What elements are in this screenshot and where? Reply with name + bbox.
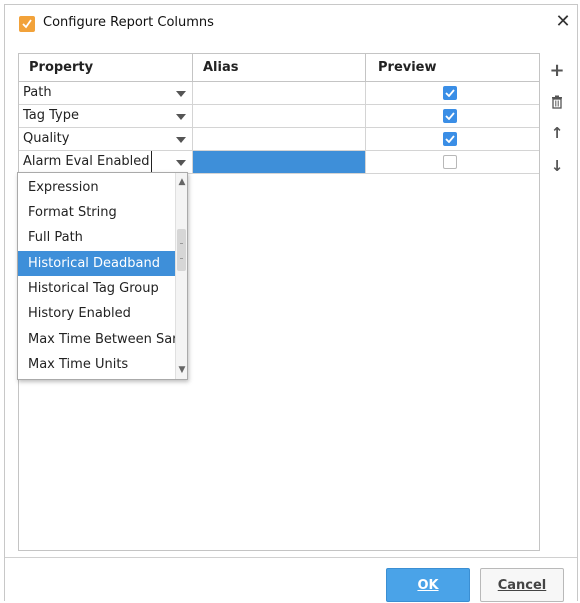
scroll-up-icon[interactable]: ▲ xyxy=(178,177,186,187)
trash-icon[interactable] xyxy=(549,95,565,111)
preview-cell xyxy=(366,82,539,105)
app-icon xyxy=(19,16,35,32)
chevron-down-icon[interactable] xyxy=(176,114,186,120)
preview-cell xyxy=(366,151,539,174)
dropdown-option[interactable]: Format String xyxy=(18,200,175,225)
property-value: Quality xyxy=(23,131,70,146)
alias-cell[interactable] xyxy=(193,151,366,174)
dropdown-scrollbar[interactable]: ▲ ▼ xyxy=(175,173,187,379)
chevron-down-icon[interactable] xyxy=(176,160,186,166)
alias-cell[interactable] xyxy=(193,128,366,151)
title-bar: Configure Report Columns ✕ xyxy=(5,5,577,41)
table-row[interactable]: Quality xyxy=(19,128,539,151)
preview-cell xyxy=(366,105,539,128)
move-down-icon[interactable]: ↓ xyxy=(549,157,565,175)
scroll-down-icon[interactable]: ▼ xyxy=(178,365,186,375)
property-cell[interactable]: Alarm Eval Enabled xyxy=(19,151,193,174)
dropdown-option[interactable]: History Enabled xyxy=(18,301,175,326)
add-icon[interactable]: + xyxy=(549,62,565,80)
property-dropdown-list[interactable]: Expression Format String Full Path Histo… xyxy=(17,172,188,380)
preview-checkbox[interactable] xyxy=(443,86,457,100)
cancel-button[interactable]: Cancel xyxy=(480,568,564,602)
alias-cell[interactable] xyxy=(193,82,366,105)
property-value: Tag Type xyxy=(23,108,79,123)
dialog-footer: OK Cancel xyxy=(5,557,577,602)
property-cell[interactable]: Quality xyxy=(19,128,193,151)
property-cell[interactable]: Tag Type xyxy=(19,105,193,128)
property-cell[interactable]: Path xyxy=(19,82,193,105)
grip-icon xyxy=(180,243,183,259)
window-title: Configure Report Columns xyxy=(43,15,214,30)
scroll-thumb[interactable] xyxy=(177,229,186,271)
preview-cell xyxy=(366,128,539,151)
dropdown-option-selected[interactable]: Historical Deadband xyxy=(18,251,175,276)
dropdown-option[interactable]: Full Path xyxy=(18,225,175,250)
dropdown-option[interactable]: Max Time Between Sar xyxy=(18,327,175,352)
cancel-label: Cancel xyxy=(497,578,547,593)
dropdown-option[interactable]: Historical Tag Group xyxy=(18,276,175,301)
move-up-icon[interactable]: ↑ xyxy=(549,124,565,142)
header-alias[interactable]: Alias xyxy=(193,54,366,82)
dropdown-option[interactable]: Expression xyxy=(18,175,175,200)
chevron-down-icon[interactable] xyxy=(176,91,186,97)
preview-checkbox[interactable] xyxy=(443,132,457,146)
preview-checkbox[interactable] xyxy=(443,155,457,169)
chevron-down-icon[interactable] xyxy=(176,137,186,143)
header-property[interactable]: Property xyxy=(19,54,193,82)
property-value: Path xyxy=(23,85,52,100)
alias-cell[interactable] xyxy=(193,105,366,128)
preview-checkbox[interactable] xyxy=(443,109,457,123)
table-row[interactable]: Tag Type xyxy=(19,105,539,128)
property-editor[interactable]: Alarm Eval Enabled xyxy=(23,151,152,173)
table-row[interactable]: Alarm Eval Enabled xyxy=(19,151,539,174)
dropdown-option[interactable]: Max Time Units xyxy=(18,352,175,377)
close-icon[interactable]: ✕ xyxy=(553,12,573,32)
ok-button[interactable]: OK xyxy=(386,568,470,602)
header-preview[interactable]: Preview xyxy=(366,54,539,82)
ok-label: OK xyxy=(417,578,439,593)
table-row[interactable]: Path xyxy=(19,82,539,105)
